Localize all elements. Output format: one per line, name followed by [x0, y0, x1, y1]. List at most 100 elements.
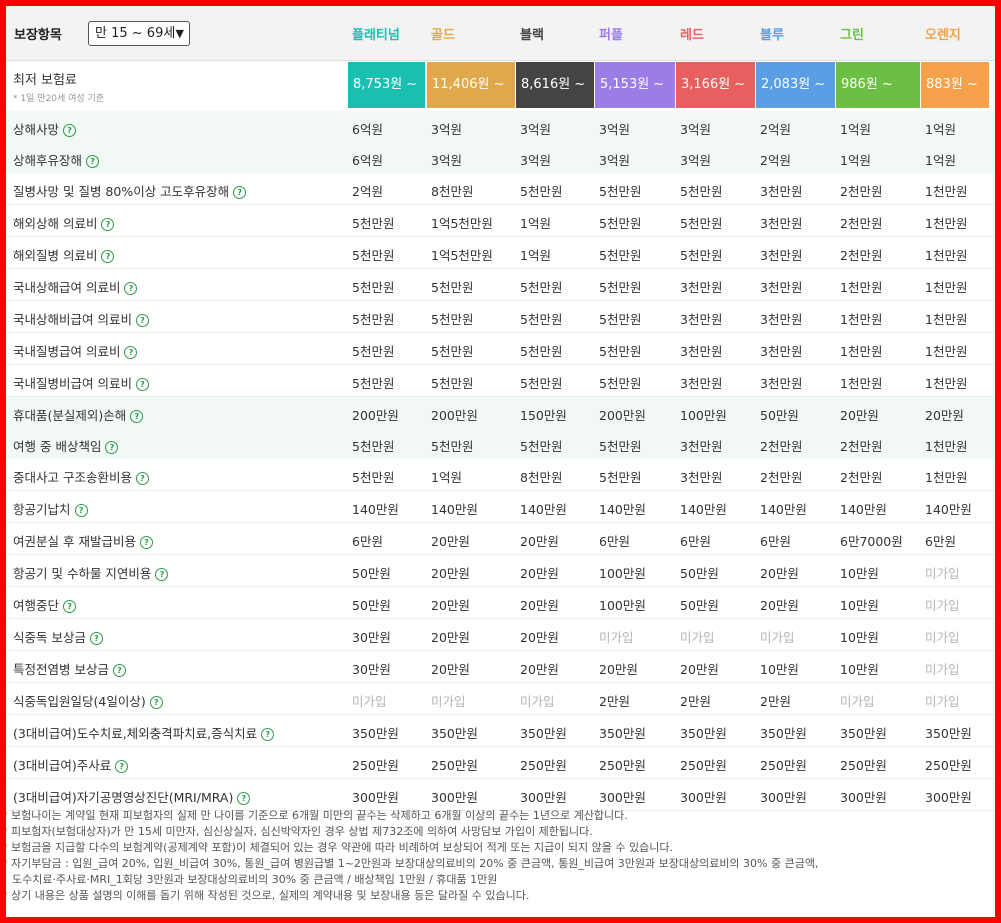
coverage-value: 350만원 — [520, 726, 567, 741]
coverage-label: 해외상해 의료비? — [13, 213, 115, 232]
help-icon[interactable]: ? — [233, 186, 247, 199]
coverage-value: 2억원 — [352, 184, 383, 199]
coverage-value: 20만원 — [680, 662, 719, 677]
coverage-value: 1천만원 — [925, 248, 968, 263]
coverage-value: 3천만원 — [760, 312, 803, 327]
table-row: 해외상해 의료비? 5천만원 1억5천만원 1억원 5천만원 5천만원 3천만원 2천만원 1천… — [6, 205, 995, 237]
coverage-value: 2천만원 — [840, 439, 883, 454]
coverage-value: 140만원 — [840, 502, 887, 517]
coverage-value: 1억원 — [520, 248, 551, 263]
coverage-label: 국내상해급여 의료비? — [13, 277, 138, 296]
coverage-value: 1억원 — [925, 122, 956, 137]
table-row: 해외질병 의료비? 5천만원 1억5천만원 1억원 5천만원 5천만원 3천만원 2천만원 1천… — [6, 237, 995, 269]
coverage-value: 350만원 — [431, 726, 478, 741]
coverage-value: 3천만원 — [680, 344, 723, 359]
help-icon[interactable]: ? — [115, 760, 129, 773]
coverage-value: 1천만원 — [925, 344, 968, 359]
chevron-down-icon: ▼ — [175, 27, 184, 40]
table-row: 여권분실 후 재발급비용? 6만원 20만원 20만원 6만원 6만원 6만원 6만7000원… — [6, 523, 995, 555]
coverage-value: 350만원 — [599, 726, 646, 741]
coverage-label-text: 국내상해비급여 의료비 — [13, 312, 132, 327]
help-icon[interactable]: ? — [261, 728, 275, 741]
coverage-value: 5천만원 — [431, 312, 474, 327]
coverage-label: 국내질병급여 의료비? — [13, 341, 138, 360]
help-icon[interactable]: ? — [135, 378, 149, 391]
coverage-value: 5천만원 — [520, 376, 563, 391]
coverage-label: 식중독 보상금? — [13, 627, 103, 646]
coverage-label-text: 여행중단 — [13, 598, 60, 613]
coverage-value: 미가입 — [680, 630, 715, 645]
help-icon[interactable]: ? — [135, 314, 149, 327]
coverage-value: 1억원 — [520, 216, 551, 231]
help-icon[interactable]: ? — [135, 472, 149, 485]
coverage-value: 5천만원 — [599, 470, 642, 485]
help-icon[interactable]: ? — [105, 441, 119, 454]
coverage-value: 300만원 — [680, 790, 727, 805]
help-icon[interactable]: ? — [101, 250, 115, 263]
coverage-label-text: 식중독입원일당(4일이상) — [13, 694, 146, 709]
coverage-value: 5천만원 — [520, 439, 563, 454]
coverage-value: 5천만원 — [599, 312, 642, 327]
coverage-value: 6억원 — [352, 122, 383, 137]
table-row: 항공기납치? 140만원 140만원 140만원 140만원 140만원 140만원 140만… — [6, 491, 995, 523]
coverage-label: 항공기 및 수하물 지연비용? — [13, 563, 169, 582]
footnote-line: * 보험금을 지급할 다수의 보험계약(공제계약 포함)이 체결되어 있는 경우… — [2, 841, 673, 854]
coverage-value: 20만원 — [599, 662, 638, 677]
help-icon[interactable]: ? — [112, 664, 126, 677]
plan-name: 퍼플 — [599, 28, 623, 43]
coverage-label-text: 상해후유장해 — [13, 153, 83, 168]
help-icon[interactable]: ? — [63, 124, 77, 137]
coverage-label-text: 항공기납치 — [13, 502, 71, 517]
coverage-value: 5천만원 — [352, 280, 395, 295]
coverage-value: 3천만원 — [760, 216, 803, 231]
age-range-select[interactable]: 만 15 ~ 69세 ▼ — [88, 21, 190, 46]
help-icon[interactable]: ? — [124, 282, 138, 295]
coverage-value: 1억원 — [840, 153, 871, 168]
help-icon[interactable]: ? — [74, 504, 88, 517]
help-icon[interactable]: ? — [86, 155, 100, 168]
coverage-value: 8천만원 — [431, 184, 474, 199]
coverage-label-text: 여행 중 배상책임 — [13, 439, 102, 454]
coverage-value: 5천만원 — [520, 184, 563, 199]
coverage-value: 3천만원 — [680, 280, 723, 295]
coverage-value: 미가입 — [925, 598, 960, 613]
coverage-label: 질병사망 및 질병 80%이상 고도후유장해? — [13, 181, 247, 200]
coverage-label: 상해사망? — [13, 119, 77, 138]
coverage-value: 5천만원 — [352, 312, 395, 327]
coverage-value: 140만원 — [760, 502, 807, 517]
plan-name: 블랙 — [520, 28, 544, 43]
plan-price: 11,406원 ~ — [427, 62, 515, 108]
help-icon[interactable]: ? — [101, 218, 115, 231]
coverage-value: 5천만원 — [352, 216, 395, 231]
coverage-value: 250만원 — [352, 758, 399, 773]
table-row: 식중독입원일당(4일이상)? 미가입 미가입 미가입 2만원 2만원 2만원 미가입 미가입 — [6, 683, 995, 715]
table-row: 국내상해급여 의료비? 5천만원 5천만원 5천만원 5천만원 3천만원 3천만원 1천만원 1… — [6, 269, 995, 301]
coverage-value: 2천만원 — [840, 470, 883, 485]
coverage-value: 300만원 — [520, 790, 567, 805]
coverage-value: 200만원 — [599, 408, 646, 423]
coverage-value: 1천만원 — [925, 280, 968, 295]
coverage-value: 140만원 — [431, 502, 478, 517]
coverage-value: 100만원 — [599, 566, 646, 581]
coverage-value: 1억5천만원 — [431, 216, 493, 231]
coverage-value: 6만원 — [352, 534, 383, 549]
coverage-value: 3천만원 — [760, 184, 803, 199]
coverage-label-text: 특정전염병 보상금 — [13, 662, 109, 677]
help-icon[interactable]: ? — [130, 410, 144, 423]
help-icon[interactable]: ? — [124, 346, 138, 359]
coverage-value: 1천만원 — [840, 344, 883, 359]
help-icon[interactable]: ? — [149, 696, 163, 709]
coverage-value: 2천만원 — [760, 439, 803, 454]
coverage-value: 300만원 — [599, 790, 646, 805]
table-row: 항공기 및 수하물 지연비용? 50만원 20만원 20만원 100만원 50만원 20만원… — [6, 555, 995, 587]
help-icon[interactable]: ? — [155, 568, 169, 581]
table-row: 국내질병급여 의료비? 5천만원 5천만원 5천만원 5천만원 3천만원 3천만원 1천만원 1… — [6, 333, 995, 365]
coverage-value: 2억원 — [760, 122, 791, 137]
help-icon[interactable]: ? — [63, 600, 77, 613]
footnote-line: * 보험나이는 계약일 현재 피보험자의 실제 만 나이를 기준으로 6개월 미… — [2, 809, 628, 822]
coverage-value: 1억5천만원 — [431, 248, 493, 263]
help-icon[interactable]: ? — [237, 792, 251, 805]
help-icon[interactable]: ? — [89, 632, 103, 645]
help-icon[interactable]: ? — [139, 536, 153, 549]
coverage-value: 3천만원 — [760, 376, 803, 391]
